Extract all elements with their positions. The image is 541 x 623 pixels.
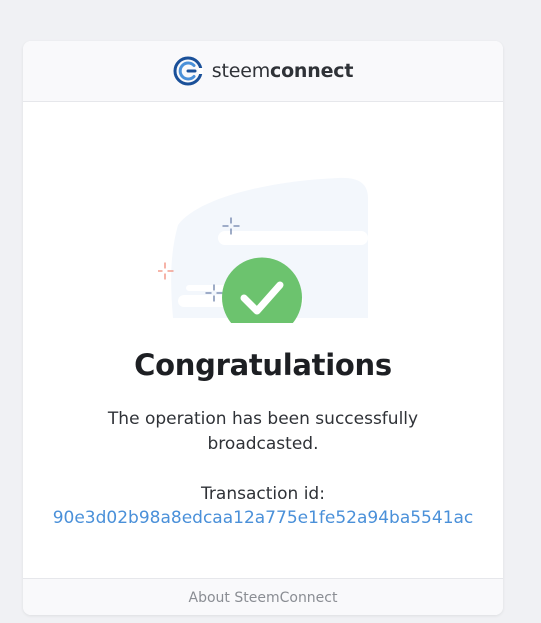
header: steemconnect (23, 41, 503, 102)
success-message: The operation has been successfully broa… (107, 409, 419, 454)
transaction-id-link[interactable]: 90e3d02b98a8edcaa12a775e1fe52a94ba5541ac (23, 506, 503, 531)
page-title: Congratulations (134, 348, 392, 382)
success-checkmark-icon (158, 177, 368, 323)
brand[interactable]: steemconnect (173, 56, 353, 86)
transaction-label: Transaction id: (201, 484, 325, 504)
sparkle-icon (158, 262, 174, 280)
brand-name-light: steem (211, 60, 271, 82)
brand-name: steemconnect (211, 60, 354, 82)
success-card: steemconnect Congratulations The operati… (23, 41, 503, 615)
brand-name-bold: connect (270, 60, 354, 82)
footer: About SteemConnect (23, 578, 503, 615)
about-link[interactable]: About SteemConnect (189, 590, 338, 606)
steemconnect-logo-icon (173, 56, 203, 86)
illustration-bar-1 (218, 231, 368, 245)
